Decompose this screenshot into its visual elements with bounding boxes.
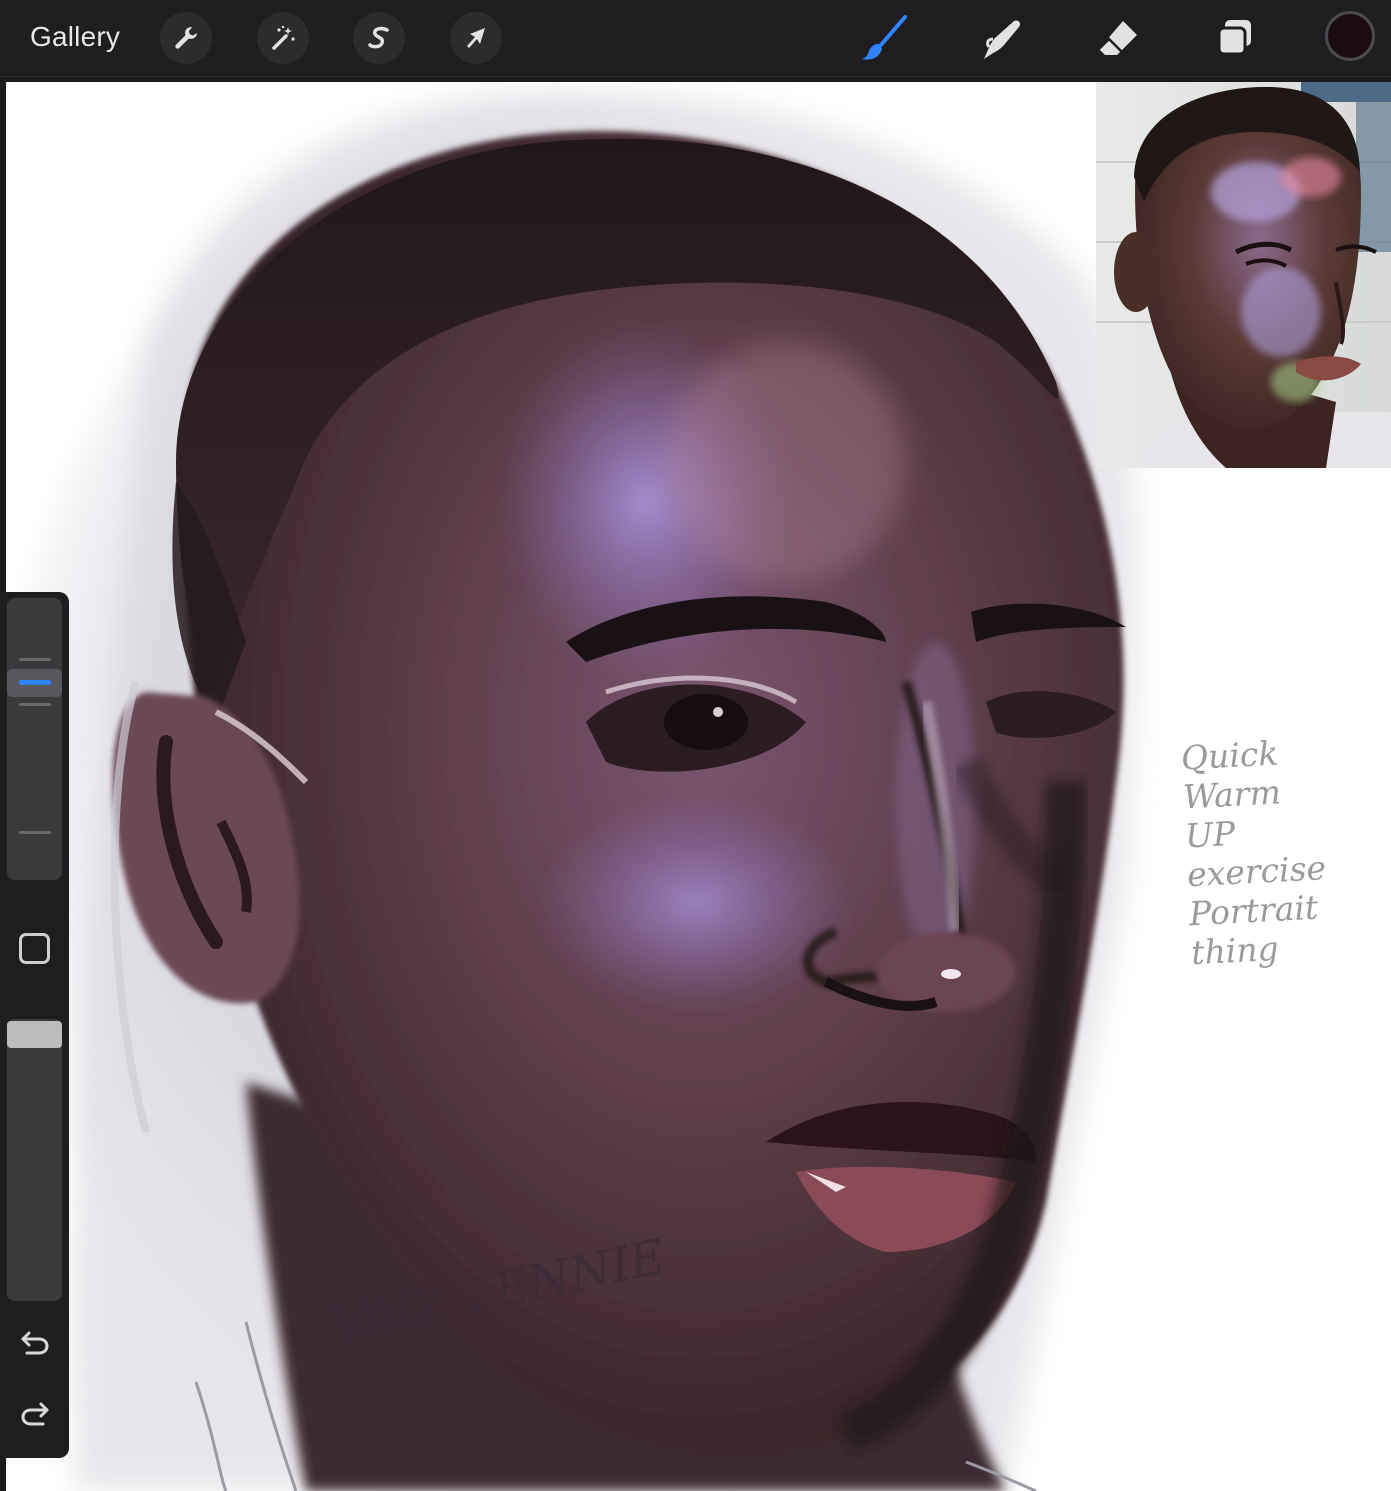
slider-notch: [19, 703, 51, 706]
actions-button[interactable]: [160, 12, 212, 64]
redo-button[interactable]: [15, 1394, 55, 1434]
handwritten-note: Quick Warm UP exercise Portrait thing: [1180, 730, 1362, 973]
opacity-thumb[interactable]: [7, 1021, 62, 1048]
layers-icon: [1217, 20, 1251, 56]
opacity-slider[interactable]: [7, 1019, 62, 1301]
brush-icon: [862, 15, 907, 60]
arrow-cursor-icon: [467, 28, 485, 48]
transform-button[interactable]: [450, 12, 502, 64]
slider-notch: [19, 831, 51, 834]
brush-size-indicator: [19, 680, 51, 686]
redo-icon: [21, 1402, 49, 1426]
wrench-icon: [175, 27, 197, 49]
undo-icon: [21, 1331, 49, 1355]
slider-notch: [19, 658, 51, 661]
gallery-button[interactable]: Gallery: [30, 18, 120, 56]
layers-button[interactable]: [1209, 12, 1261, 64]
square-modify-icon[interactable]: [19, 933, 50, 964]
top-toolbar: Gallery: [0, 0, 1391, 77]
brush-tool-button[interactable]: [858, 12, 910, 64]
undo-button[interactable]: [15, 1323, 55, 1363]
color-picker-swatch[interactable]: [1325, 11, 1375, 61]
selection-s-icon: [368, 26, 389, 49]
eraser-icon: [1098, 21, 1137, 55]
smudge-finger-icon: [984, 20, 1021, 60]
reference-image-panel[interactable]: [1096, 82, 1391, 468]
brush-size-slider[interactable]: [7, 598, 62, 880]
magic-wand-icon: [272, 25, 295, 50]
smudge-tool-button[interactable]: [975, 12, 1027, 64]
selection-button[interactable]: [353, 12, 405, 64]
reference-photo: [1096, 82, 1391, 468]
adjustments-button[interactable]: [257, 12, 309, 64]
eraser-tool-button[interactable]: [1092, 12, 1144, 64]
